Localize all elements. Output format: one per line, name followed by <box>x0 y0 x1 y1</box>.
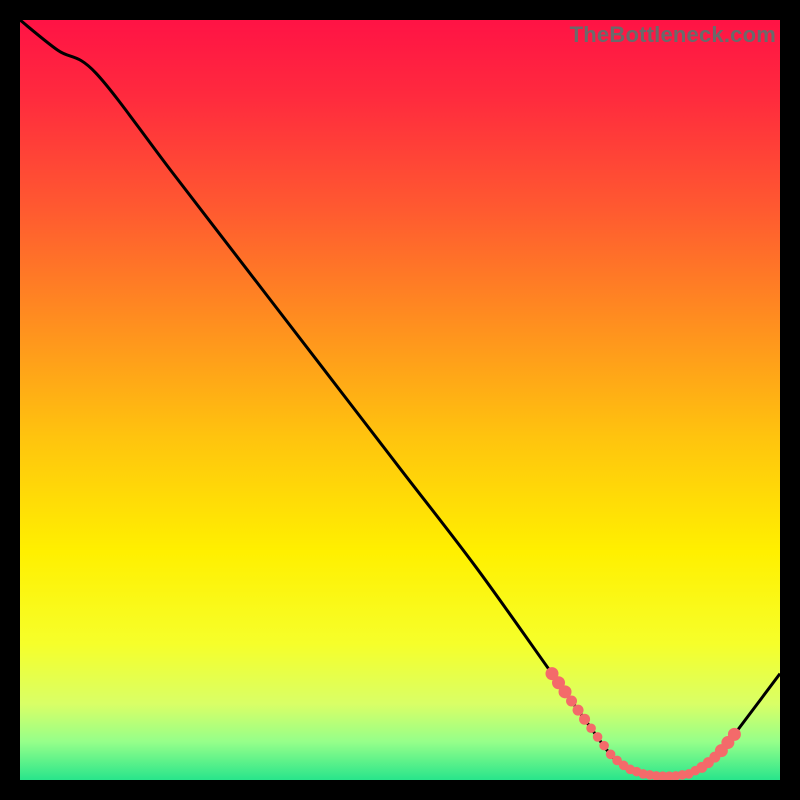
valley-dot <box>579 714 590 725</box>
valley-dot <box>593 732 603 742</box>
valley-dot <box>728 728 741 741</box>
valley-dot <box>566 695 577 706</box>
bottleneck-chart <box>20 20 780 780</box>
valley-dot <box>586 723 596 733</box>
attribution-label: TheBottleneck.com <box>570 22 776 48</box>
valley-dot <box>599 741 609 751</box>
gradient-background <box>20 20 780 780</box>
valley-dot <box>573 705 584 716</box>
chart-frame: TheBottleneck.com <box>20 20 780 780</box>
